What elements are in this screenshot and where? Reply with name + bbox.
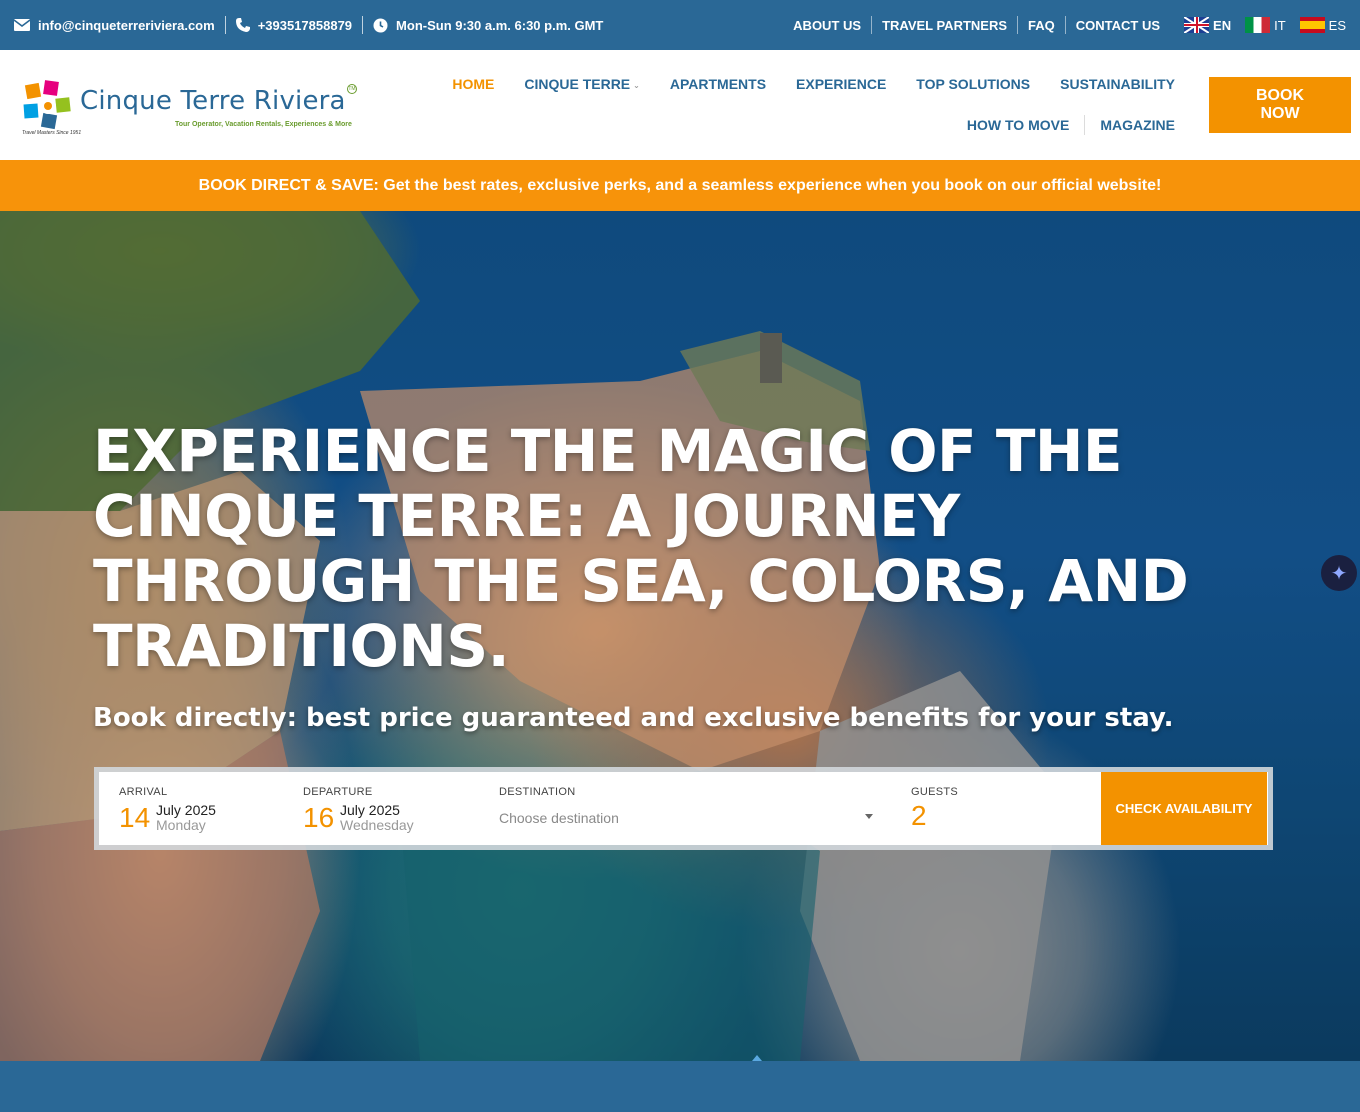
italy-flag-icon (1245, 17, 1271, 33)
nav-row-2: HOW TO MOVE MAGAZINE (450, 109, 1190, 141)
logo-tagline: Tour Operator, Vacation Rentals, Experie… (175, 121, 352, 128)
hours-text: Mon-Sun 9:30 a.m. 6:30 p.m. GMT (396, 17, 604, 33)
arrival-day: 14 (119, 802, 151, 833)
contact-info: info@cinqueterreriviera.com +39351785887… (14, 16, 613, 34)
destination-field[interactable]: DESTINATION Choose destination (499, 772, 879, 845)
check-availability-button[interactable]: CHECK AVAILABILITY (1101, 772, 1267, 845)
hero-section: EXPERIENCE THE MAGIC OF THE CINQUE TERRE… (0, 211, 1360, 1061)
nav-top-solutions[interactable]: TOP SOLUTIONS (901, 76, 1045, 92)
guests-value: 2 (911, 800, 927, 831)
site-logo[interactable]: Cinque Terre Riviera TM Tour Operator, V… (20, 76, 360, 140)
destination-select[interactable]: Choose destination (499, 810, 875, 826)
promo-text: BOOK DIRECT & SAVE: Get the best rates, … (198, 176, 1162, 194)
nav-cinque-terre[interactable]: CINQUE TERRE ⌄ (509, 76, 655, 92)
logo-mark-icon (23, 80, 71, 130)
uk-flag-icon (1184, 17, 1210, 33)
about-us-link[interactable]: ABOUT US (783, 18, 871, 33)
arrival-field[interactable]: ARRIVAL 14 July 2025 Monday (119, 772, 299, 845)
language-it[interactable]: IT (1245, 17, 1286, 33)
hero-subtitle: Book directly: best price guaranteed and… (93, 703, 1174, 733)
arrival-weekday: Monday (156, 817, 206, 833)
arrival-label: ARRIVAL (119, 786, 168, 798)
booking-widget: ARRIVAL 14 July 2025 Monday DEPARTURE 16… (94, 767, 1273, 850)
chevron-down-icon: ⌄ (633, 80, 640, 90)
top-bar: info@cinqueterreriviera.com +39351785887… (0, 0, 1360, 50)
nav-experience[interactable]: EXPERIENCE (781, 76, 901, 92)
caret-down-icon (865, 814, 873, 819)
opening-hours: Mon-Sun 9:30 a.m. 6:30 p.m. GMT (363, 18, 613, 33)
spain-flag-icon (1299, 17, 1325, 33)
arrival-month: July 2025 (156, 802, 216, 818)
language-en[interactable]: EN (1184, 17, 1231, 33)
site-header: Cinque Terre Riviera TM Tour Operator, V… (0, 50, 1360, 160)
language-it-label: IT (1274, 17, 1286, 33)
trademark-badge: TM (347, 84, 357, 94)
main-nav: HOME CINQUE TERRE ⌄ APARTMENTS EXPERIENCE… (450, 68, 1190, 141)
destination-label: DESTINATION (499, 786, 576, 798)
departure-label: DEPARTURE (303, 786, 373, 798)
top-links: ABOUT US TRAVEL PARTNERS FAQ CONTACT US … (783, 16, 1346, 34)
nav-row-1: HOME CINQUE TERRE ⌄ APARTMENTS EXPERIENCE… (450, 68, 1190, 100)
logo-since: Travel Masters Since 1951 (22, 130, 82, 136)
nav-home[interactable]: HOME (437, 76, 509, 92)
travel-partners-link[interactable]: TRAVEL PARTNERS (872, 18, 1017, 33)
nav-sustainability[interactable]: SUSTAINABILITY (1045, 76, 1190, 92)
nav-cinque-terre-label: CINQUE TERRE (524, 76, 631, 92)
language-en-label: EN (1213, 17, 1232, 33)
nav-apartments[interactable]: APARTMENTS (655, 76, 781, 92)
contact-us-link[interactable]: CONTACT US (1066, 18, 1170, 33)
sparkle-assistant-icon[interactable]: ✦ (1321, 555, 1357, 591)
bottom-strip (0, 1061, 1360, 1112)
phone-link[interactable]: +393517858879 (226, 18, 362, 33)
email-link[interactable]: info@cinqueterreriviera.com (14, 18, 225, 33)
guests-label: GUESTS (911, 786, 959, 798)
envelope-icon (14, 19, 30, 31)
departure-month: July 2025 (340, 802, 400, 818)
nav-magazine[interactable]: MAGAZINE (1085, 117, 1190, 133)
logo-name: Cinque Terre Riviera (80, 86, 346, 116)
faq-link[interactable]: FAQ (1018, 18, 1065, 33)
email-text: info@cinqueterreriviera.com (38, 17, 215, 33)
promo-banner: BOOK DIRECT & SAVE: Get the best rates, … (0, 160, 1360, 211)
guests-field[interactable]: GUESTS 2 (911, 772, 1091, 845)
book-now-button[interactable]: BOOK NOW (1209, 77, 1351, 133)
phone-text: +393517858879 (257, 17, 353, 33)
departure-day: 16 (303, 802, 335, 833)
language-es[interactable]: ES (1299, 17, 1346, 33)
phone-icon (235, 18, 250, 32)
clock-icon (373, 18, 388, 32)
booking-form: ARRIVAL 14 July 2025 Monday DEPARTURE 16… (99, 772, 1268, 845)
departure-weekday: Wednesday (340, 817, 414, 833)
language-es-label: ES (1328, 17, 1346, 33)
departure-field[interactable]: DEPARTURE 16 July 2025 Wednesday (303, 772, 493, 845)
hero-title: EXPERIENCE THE MAGIC OF THE CINQUE TERRE… (93, 417, 1189, 680)
nav-how-to-move[interactable]: HOW TO MOVE (952, 117, 1084, 133)
